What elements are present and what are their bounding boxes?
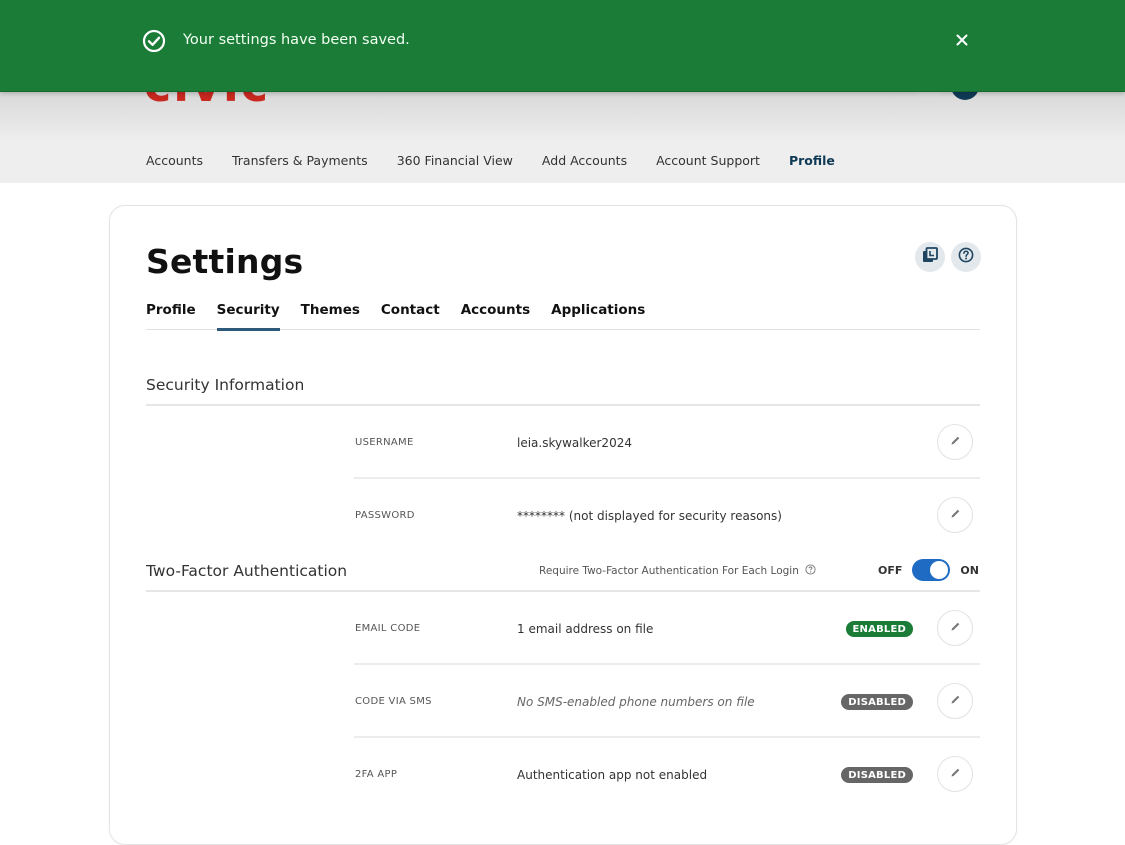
2fa-app-value: Authentication app not enabled xyxy=(517,767,708,782)
sms-code-row: CODE VIA SMS No SMS-enabled phone number… xyxy=(354,665,980,738)
require-2fa-text: Require Two-Factor Authentication For Ea… xyxy=(539,565,799,577)
status-badge-disabled: DISABLED xyxy=(841,767,913,783)
edit-username-button[interactable] xyxy=(937,424,973,460)
nav-account-support[interactable]: Account Support xyxy=(656,153,760,168)
nav-profile[interactable]: Profile xyxy=(789,153,835,168)
main-nav: Accounts Transfers & Payments 360 Financ… xyxy=(0,137,1125,183)
pencil-icon xyxy=(950,619,961,637)
toast-message: Your settings have been saved. xyxy=(183,32,410,48)
page-title: Settings xyxy=(146,242,304,281)
tab-applications[interactable]: Applications xyxy=(551,302,645,330)
pencil-icon xyxy=(950,506,961,524)
statements-icon xyxy=(922,246,938,268)
sms-code-label: CODE VIA SMS xyxy=(355,696,432,707)
nav-transfers-payments[interactable]: Transfers & Payments xyxy=(232,153,368,168)
email-code-value: 1 email address on file xyxy=(517,621,654,636)
toggle-off-label: OFF xyxy=(878,563,903,577)
pencil-icon xyxy=(950,692,961,710)
pencil-icon xyxy=(950,765,961,783)
require-2fa-label: Require Two-Factor Authentication For Ea… xyxy=(539,564,816,578)
password-row: PASSWORD ******** (not displayed for sec… xyxy=(354,479,980,552)
tab-profile[interactable]: Profile xyxy=(146,302,196,330)
require-2fa-toggle[interactable] xyxy=(912,559,951,581)
help-button[interactable] xyxy=(951,242,981,272)
email-code-label: EMAIL CODE xyxy=(355,623,421,634)
require-2fa-toggle-group: OFF ON xyxy=(878,559,979,581)
nav-accounts[interactable]: Accounts xyxy=(146,153,203,168)
edit-password-button[interactable] xyxy=(937,497,973,533)
settings-tabs: Profile Security Themes Contact Accounts… xyxy=(146,302,980,331)
status-badge-disabled: DISABLED xyxy=(841,694,913,710)
success-toast: Your settings have been saved. xyxy=(0,0,1125,92)
tab-contact[interactable]: Contact xyxy=(381,302,440,330)
nav-360-financial-view[interactable]: 360 Financial View xyxy=(397,153,513,168)
edit-2fa-app-button[interactable] xyxy=(937,756,973,792)
toggle-on-label: ON xyxy=(960,563,979,577)
help-icon xyxy=(958,247,974,268)
settings-card: Settings Profile Security Themes Contact… xyxy=(109,205,1017,845)
close-icon[interactable] xyxy=(952,30,972,50)
tab-security[interactable]: Security xyxy=(216,302,280,331)
check-circle-icon xyxy=(142,29,166,53)
sms-code-value: No SMS-enabled phone numbers on file xyxy=(517,694,755,709)
username-value: leia.skywalker2024 xyxy=(517,435,632,450)
two-factor-title: Two-Factor Authentication xyxy=(146,562,348,580)
help-icon[interactable] xyxy=(805,564,816,578)
tab-themes[interactable]: Themes xyxy=(301,302,360,330)
password-label: PASSWORD xyxy=(355,510,415,521)
status-badge-enabled: ENABLED xyxy=(845,621,913,637)
password-value: ******** (not displayed for security rea… xyxy=(517,508,782,523)
edit-email-code-button[interactable] xyxy=(937,610,973,646)
email-code-row: EMAIL CODE 1 email address on file ENABL… xyxy=(354,592,980,665)
username-label: USERNAME xyxy=(355,437,414,448)
pencil-icon xyxy=(950,433,961,451)
security-information-title: Security Information xyxy=(146,376,305,394)
2fa-app-row: 2FA APP Authentication app not enabled D… xyxy=(354,738,980,811)
toggle-knob xyxy=(930,561,949,579)
statements-button[interactable] xyxy=(915,242,945,272)
2fa-app-label: 2FA APP xyxy=(355,769,398,780)
tab-accounts[interactable]: Accounts xyxy=(461,302,530,330)
edit-sms-code-button[interactable] xyxy=(937,683,973,719)
username-row: USERNAME leia.skywalker2024 xyxy=(354,406,980,479)
nav-add-accounts[interactable]: Add Accounts xyxy=(542,153,627,168)
